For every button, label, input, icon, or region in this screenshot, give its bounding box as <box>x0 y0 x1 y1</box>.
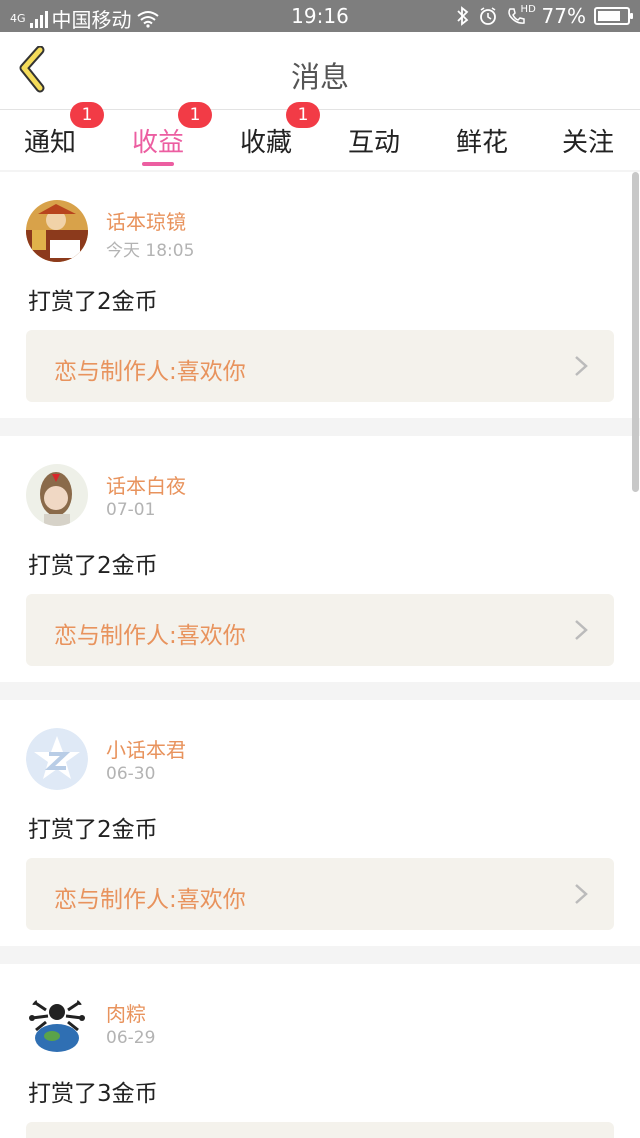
avatar-globe-icon[interactable] <box>26 992 88 1054</box>
avatar-default-z-icon[interactable] <box>26 728 88 790</box>
tab-label: 关注 <box>561 128 614 158</box>
message-text: 打赏了2金币 <box>28 817 158 843</box>
tab-label: 收益 <box>131 128 184 158</box>
tab-badge: 1 <box>286 102 320 128</box>
screen: 4G 中国移动 19:16 HD 77% 消息 通知 1 收益 1 收藏 1 互… <box>0 0 640 1138</box>
chevron-right-icon <box>575 620 588 640</box>
hd-call-icon: HD <box>506 4 536 26</box>
message-time: 06-30 <box>106 764 156 784</box>
message-card: 肉粽 06-29 打赏了3金币 <box>0 964 640 1138</box>
message-time: 今天 18:05 <box>106 241 195 261</box>
active-tab-indicator <box>142 162 174 166</box>
tab-interactions[interactable]: 互动 <box>324 110 424 170</box>
tab-label: 通知 <box>23 128 76 158</box>
work-link[interactable]: 恋与制作人:喜欢你 <box>26 858 614 930</box>
message-text: 打赏了2金币 <box>28 289 158 315</box>
chevron-right-icon <box>575 356 588 376</box>
message-card: 小话本君 06-30 打赏了2金币 恋与制作人:喜欢你 <box>0 700 640 946</box>
tab-label: 收藏 <box>239 128 292 158</box>
tab-bar: 通知 1 收益 1 收藏 1 互动 鲜花 关注 <box>0 102 640 170</box>
avatar-girl-icon[interactable] <box>26 464 88 526</box>
tab-earnings[interactable]: 收益 1 <box>108 102 212 170</box>
battery-percent: 77% <box>541 4 586 28</box>
message-card: 话本白夜 07-01 打赏了2金币 恋与制作人:喜欢你 <box>0 436 640 682</box>
tab-notifications[interactable]: 通知 1 <box>0 102 104 170</box>
scrollbar[interactable] <box>632 172 639 492</box>
work-title: 恋与制作人:喜欢你 <box>54 359 246 385</box>
chevron-right-icon <box>575 884 588 904</box>
tab-label: 互动 <box>347 128 400 158</box>
message-time: 06-29 <box>106 1028 156 1048</box>
header: 消息 <box>0 32 640 110</box>
tab-badge: 1 <box>70 102 104 128</box>
tab-following[interactable]: 关注 <box>538 110 638 170</box>
work-link[interactable]: 恋与制作人:喜欢你 <box>26 594 614 666</box>
user-name[interactable]: 肉粽 <box>106 998 146 1027</box>
hd-label: HD <box>520 4 536 15</box>
message-text: 打赏了2金币 <box>28 553 158 579</box>
alarm-icon <box>479 7 496 25</box>
battery-icon <box>594 7 633 25</box>
work-link[interactable] <box>26 1122 614 1138</box>
work-link[interactable]: 恋与制作人:喜欢你 <box>26 330 614 402</box>
tab-label: 鲜花 <box>455 128 508 158</box>
bluetooth-icon <box>456 6 468 26</box>
message-text: 打赏了3金币 <box>28 1081 158 1107</box>
user-name[interactable]: 小话本君 <box>106 734 186 763</box>
work-title: 恋与制作人:喜欢你 <box>54 623 246 649</box>
tab-badge: 1 <box>178 102 212 128</box>
work-title: 恋与制作人:喜欢你 <box>54 887 246 913</box>
tab-favorites[interactable]: 收藏 1 <box>216 102 320 170</box>
avatar-illustration-icon[interactable] <box>26 200 88 262</box>
message-card: 话本琼镜 今天 18:05 打赏了2金币 恋与制作人:喜欢你 <box>0 172 640 418</box>
tab-flowers[interactable]: 鲜花 <box>432 110 532 170</box>
status-bar: 4G 中国移动 19:16 HD 77% <box>0 0 640 32</box>
user-name[interactable]: 话本白夜 <box>106 470 186 499</box>
page-title: 消息 <box>290 60 349 94</box>
message-time: 07-01 <box>106 500 156 520</box>
user-name[interactable]: 话本琼镜 <box>106 206 186 235</box>
